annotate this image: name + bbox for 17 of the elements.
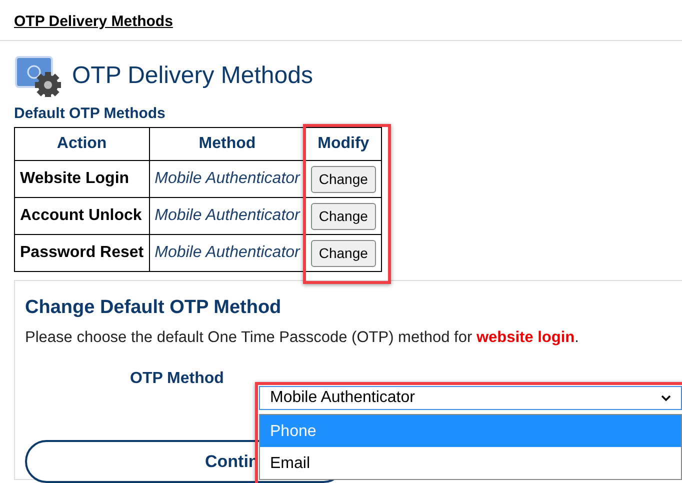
field-label: OTP Method — [130, 370, 224, 388]
table-cell: Password Reset — [14, 234, 150, 272]
column-header: Modify — [305, 128, 382, 160]
breadcrumb-link[interactable]: OTP Delivery Methods — [14, 13, 173, 30]
column-header: Action — [14, 128, 150, 160]
change-button[interactable]: Change — [310, 202, 376, 230]
form-title: Change Default OTP Method — [25, 297, 282, 320]
form-description: Please choose the default One Time Passcode (OTP) method for website login. — [25, 328, 580, 348]
section-title: Default OTP Methods — [14, 105, 166, 123]
table-cell: Account Unlock — [14, 198, 150, 234]
change-button[interactable]: Change — [310, 240, 376, 266]
table-cell: Website Login — [14, 160, 150, 198]
otp-method-select[interactable]: Mobile Authenticator — [259, 386, 682, 410]
change-button[interactable]: Change — [310, 166, 376, 192]
page-title: OTP Delivery Methods — [72, 62, 313, 90]
column-header: Method — [149, 128, 306, 160]
select-value: Mobile Authenticator — [270, 388, 415, 408]
